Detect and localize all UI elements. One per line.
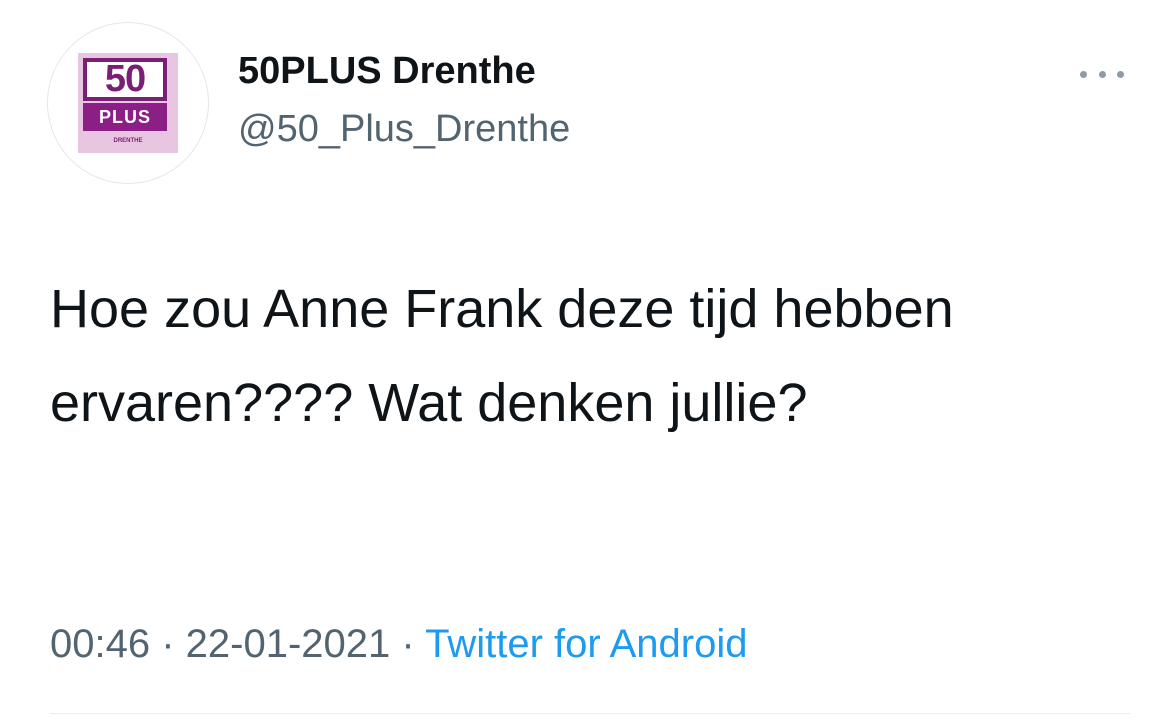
party-logo: 50 PLUS DRENTHE [78, 53, 178, 153]
meta-separator: · [150, 622, 186, 666]
tweet-text: Hoe zou Anne Frank deze tijd hebben erva… [50, 279, 954, 433]
tweet-time[interactable]: 00:46 [50, 622, 150, 666]
meta-separator: · [390, 622, 426, 666]
more-options-button[interactable] [1080, 66, 1124, 82]
more-dot-icon [1098, 70, 1106, 78]
tweet-date[interactable]: 22-01-2021 [186, 622, 391, 666]
tweet-metadata: 00:46 · 22-01-2021 · Twitter for Android [50, 622, 747, 667]
tweet-source-link[interactable]: Twitter for Android [425, 622, 747, 666]
display-name[interactable]: 50PLUS Drenthe [238, 50, 536, 93]
avatar[interactable]: 50 PLUS DRENTHE [47, 22, 209, 184]
divider [50, 713, 1130, 714]
tweet-card: 50 PLUS DRENTHE 50PLUS Drenthe @50_Plus_… [0, 0, 1172, 720]
logo-region-text: DRENTHE [113, 138, 143, 144]
logo-plus-banner: PLUS [83, 103, 167, 131]
more-dot-icon [1117, 70, 1124, 78]
logo-number: 50 [83, 58, 167, 101]
user-handle[interactable]: @50_Plus_Drenthe [238, 108, 570, 151]
more-dot-icon [1080, 70, 1087, 78]
